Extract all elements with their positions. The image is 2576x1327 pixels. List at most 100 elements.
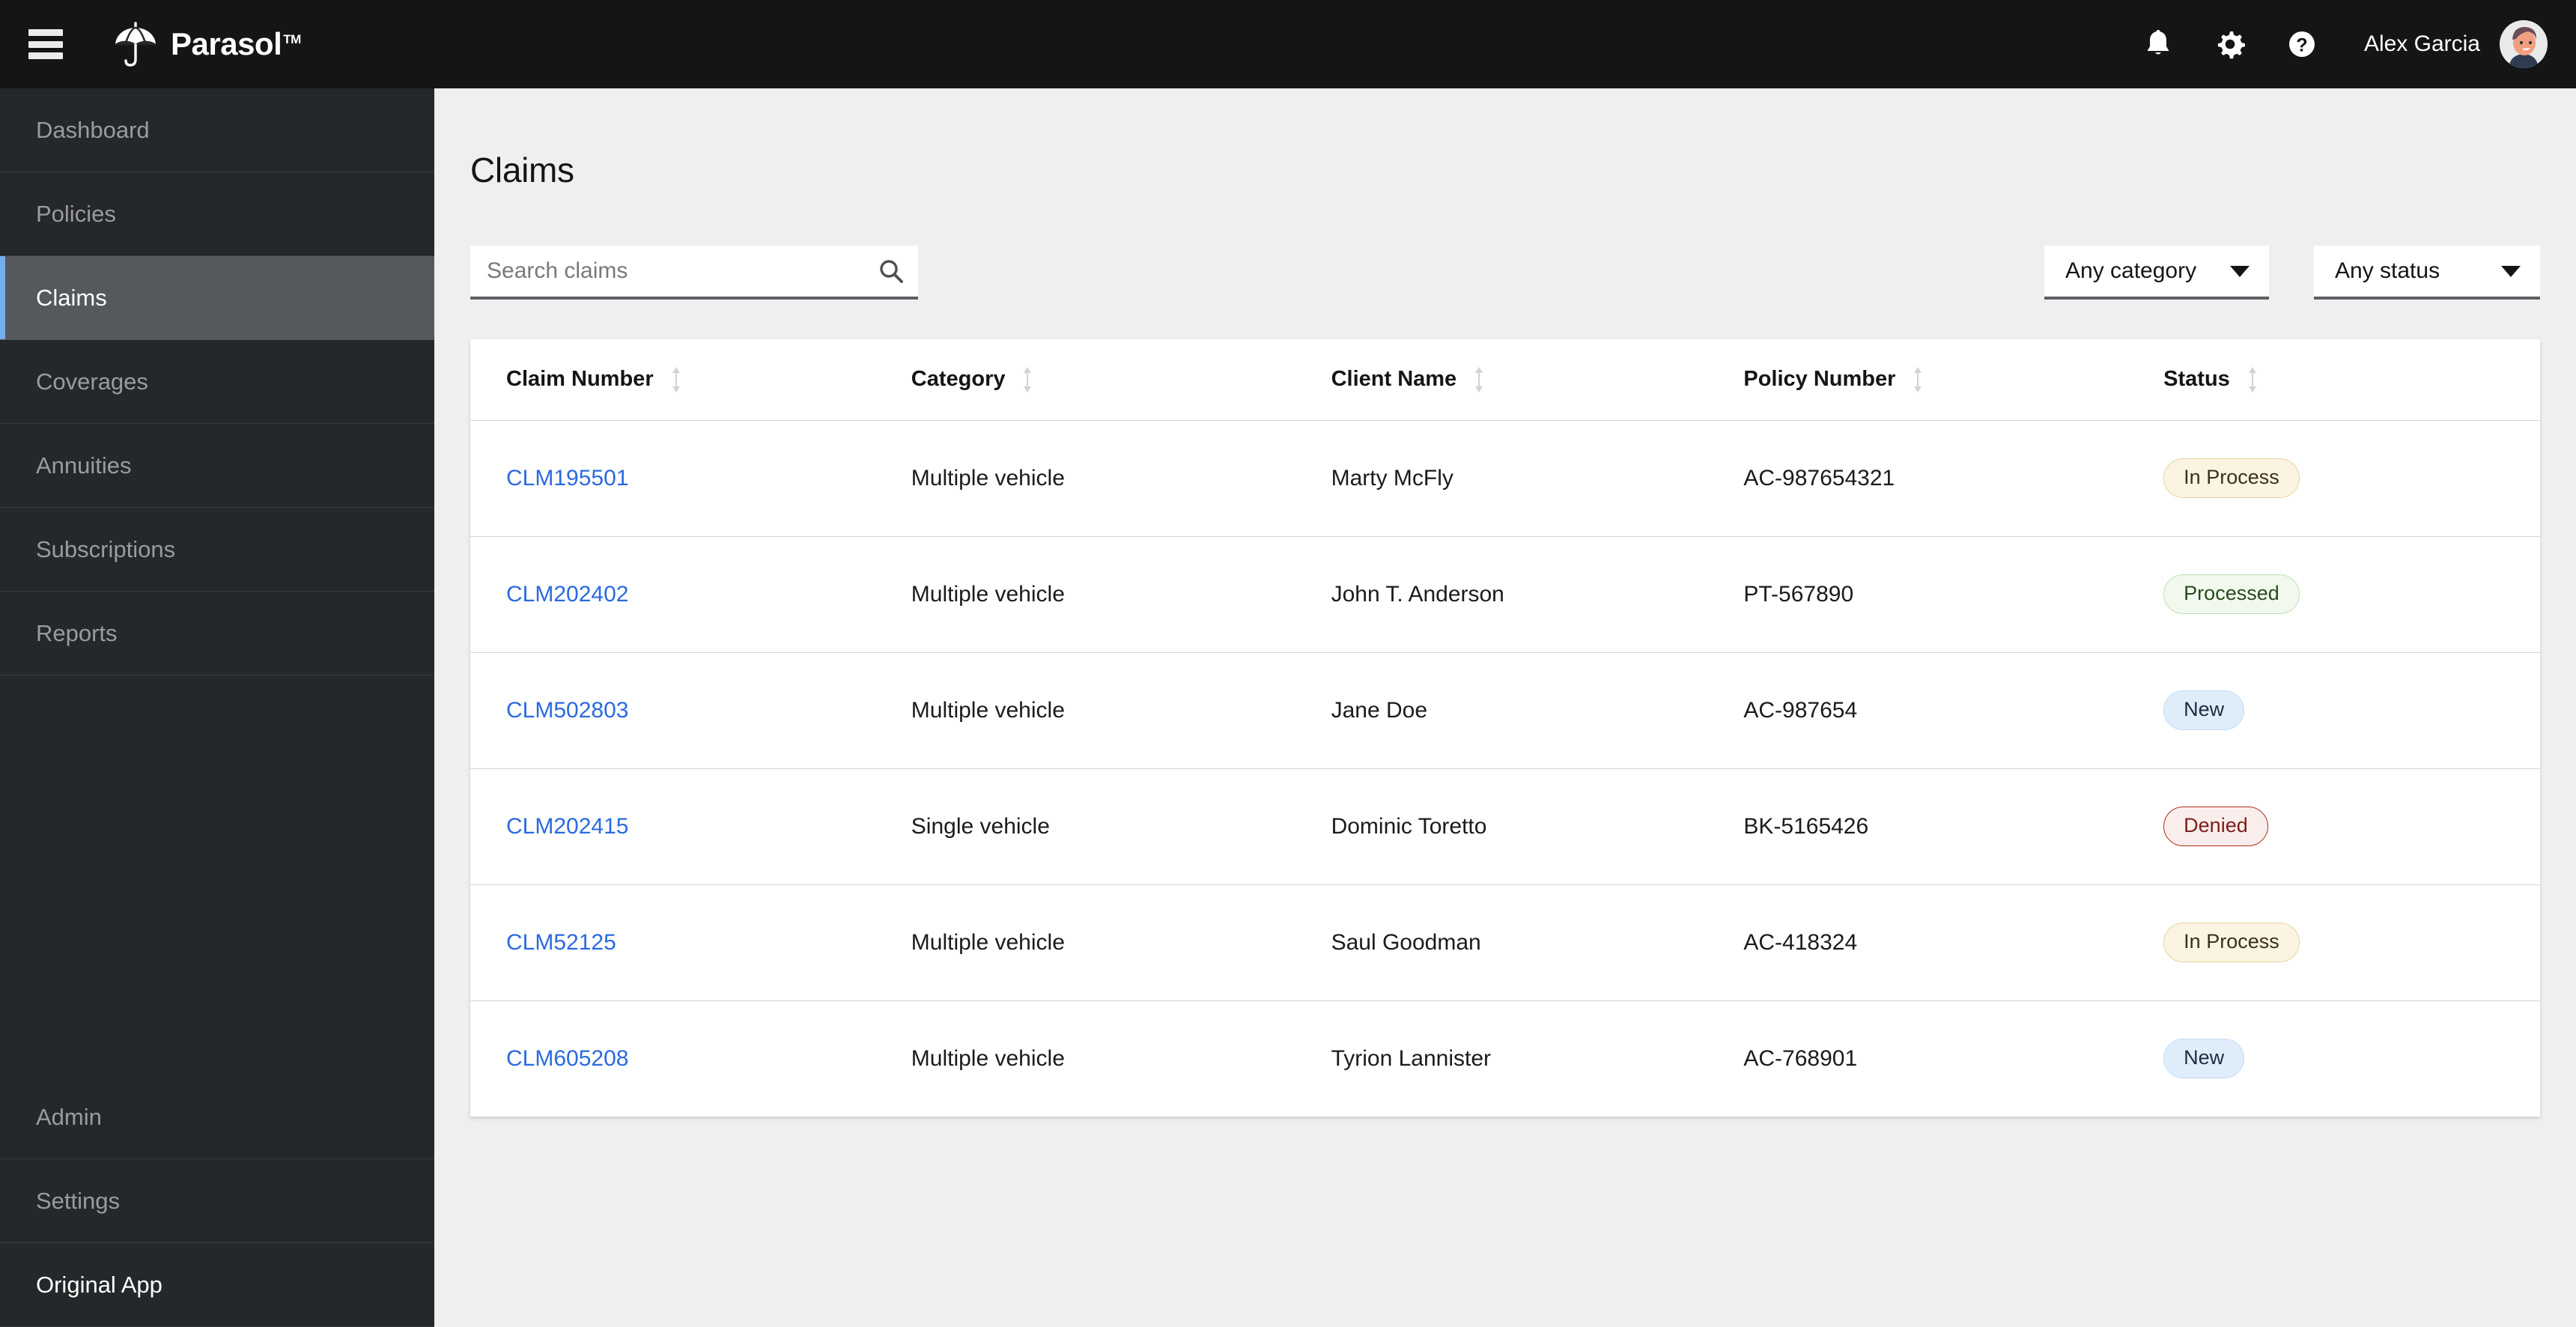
cell-policy-number: BK-5165426 [1707,768,2128,885]
sort-updown-icon[interactable] [1912,365,1924,394]
column-header-status[interactable]: Status [2127,339,2540,421]
cell-category: Multiple vehicle [875,536,1295,653]
chevron-down-icon [2501,265,2521,277]
sort-updown-icon[interactable] [1473,365,1485,394]
cell-status: In Process [2127,884,2540,1001]
sidebar-item-label: Dashboard [36,116,150,143]
cell-claim-number: CLM202402 [470,536,875,653]
umbrella-icon [115,22,157,67]
table-row[interactable]: CLM202415 Single vehicle Dominic Toretto BK… [470,768,2540,885]
cell-client-name: Tyrion Lannister [1331,1045,1492,1071]
column-header-client-name[interactable]: Client Name [1295,339,1708,421]
sidebar-item-admin[interactable]: Admin [0,1075,434,1159]
cell-policy-number: AC-768901 [1743,1045,1858,1071]
cell-status: New [2127,1000,2540,1117]
category-filter-select[interactable]: Any category [2044,246,2269,300]
cell-client-name: Dominic Toretto [1295,768,1708,885]
hamburger-bar [28,52,63,59]
column-label: Client Name [1331,367,1457,392]
sidebar-item-label: Claims [36,284,107,311]
column-label: Status [2163,367,2230,392]
cell-client-name: John T. Anderson [1295,536,1708,653]
sidebar-item-reports[interactable]: Reports [0,592,434,675]
main-content: Claims Any category Any status [434,88,2576,1327]
table-row[interactable]: CLM202402 Multiple vehicle John T. Anderso… [470,536,2540,653]
table-header-row: Claim Number Category Client Name Policy… [470,339,2540,421]
sidebar-item-label: Subscriptions [36,535,176,562]
cell-policy-number: AC-418324 [1707,884,2128,1001]
settings-gear-icon[interactable] [2213,27,2247,61]
cell-policy-number: PT-567890 [1707,536,2128,653]
sidebar-item-settings[interactable]: Settings [0,1159,434,1243]
column-header-claim-number[interactable]: Claim Number [470,339,875,421]
column-label: Claim Number [506,367,654,392]
sort-updown-icon[interactable] [670,365,682,394]
sidebar-item-annuities[interactable]: Annuities [0,424,434,508]
cell-claim-number: CLM502803 [470,652,875,769]
column-label: Category [911,367,1006,392]
hamburger-menu-icon[interactable] [28,29,63,59]
cell-status: In Process [2127,420,2540,537]
search-box[interactable] [470,246,918,300]
status-filter-label: Any status [2335,258,2440,283]
brand-name: Parasol TM [171,26,301,62]
sidebar-item-subscriptions[interactable]: Subscriptions [0,508,434,592]
status-badge: In Process [2163,923,2300,962]
column-header-category[interactable]: Category [875,339,1295,421]
sidebar-item-label: Settings [36,1187,121,1214]
cell-claim-number: CLM202415 [470,768,875,885]
cell-category: Multiple vehicle [875,652,1295,769]
claim-number-link[interactable]: CLM52125 [506,930,616,955]
column-header-policy-number[interactable]: Policy Number [1707,339,2128,421]
table-row[interactable]: CLM52125 Multiple vehicle Saul Goodman AC-4… [470,884,2540,1001]
claims-table-card: Claim Number Category Client Name Policy… [470,339,2540,1117]
cell-policy-number: AC-987654 [1707,652,2128,769]
help-question-icon[interactable]: ? [2285,27,2319,61]
cell-category: Multiple vehicle [875,420,1295,537]
category-filter-label: Any category [2065,258,2197,283]
sidebar-item-coverages[interactable]: Coverages [0,340,434,424]
sidebar-item-label: Original App [36,1271,162,1298]
status-badge: In Process [2163,458,2300,498]
table-row[interactable]: CLM605208 Multiple vehicle Tyrion Lanniste… [470,1000,2540,1117]
claim-number-link[interactable]: CLM605208 [506,1046,628,1071]
table-header: Claim Number Category Client Name Policy… [470,339,2540,421]
status-badge: New [2163,690,2245,730]
hamburger-bar [28,40,63,48]
brand-text: Parasol [171,26,282,61]
sort-updown-icon[interactable] [2247,365,2258,394]
claim-number-link[interactable]: CLM195501 [506,466,628,491]
header-actions: ? Alex Garcia [2103,0,2548,88]
claim-number-link[interactable]: CLM202402 [506,582,628,607]
search-icon[interactable] [864,246,918,297]
table-row[interactable]: CLM195501 Multiple vehicle Marty McFly AC-9… [470,420,2540,537]
table-row[interactable]: CLM502803 Multiple vehicle Jane Doe AC-9876… [470,652,2540,769]
column-label: Policy Number [1743,367,1896,392]
brand-logo[interactable]: Parasol TM [112,0,301,88]
app-header: Parasol TM ? Alex Garcia [0,0,2576,88]
sidebar-item-claims[interactable]: Claims [0,256,434,340]
cell-category: Single vehicle [875,768,1295,885]
status-filter-select[interactable]: Any status [2314,246,2540,300]
cell-claim-number: CLM605208 [470,1000,875,1117]
sidebar-item-dashboard[interactable]: Dashboard [0,88,434,172]
notifications-bell-icon[interactable] [2141,27,2175,61]
sidebar-item-policies[interactable]: Policies [0,172,434,256]
cell-category: Multiple vehicle [911,1045,1065,1071]
cell-client-name: Saul Goodman [1295,884,1708,1001]
claim-number-link[interactable]: CLM202415 [506,814,628,839]
sort-updown-icon[interactable] [1021,365,1033,394]
claim-number-link[interactable]: CLM502803 [506,698,628,723]
search-input[interactable] [470,258,864,284]
page-title: Claims [470,151,574,189]
cell-claim-number: CLM195501 [470,420,875,537]
user-avatar[interactable] [2500,20,2548,68]
sidebar-item-label: Reports [36,619,118,646]
cell-policy-number: AC-987654321 [1707,420,2128,537]
sidebar-item-original-app[interactable]: Original App [0,1243,434,1327]
chevron-down-icon [2230,265,2250,277]
filter-toolbar: Any category Any status [470,246,2540,307]
filter-selects: Any category Any status [2044,246,2540,300]
table-body: CLM195501 Multiple vehicle Marty McFly AC-9… [470,420,2540,1117]
